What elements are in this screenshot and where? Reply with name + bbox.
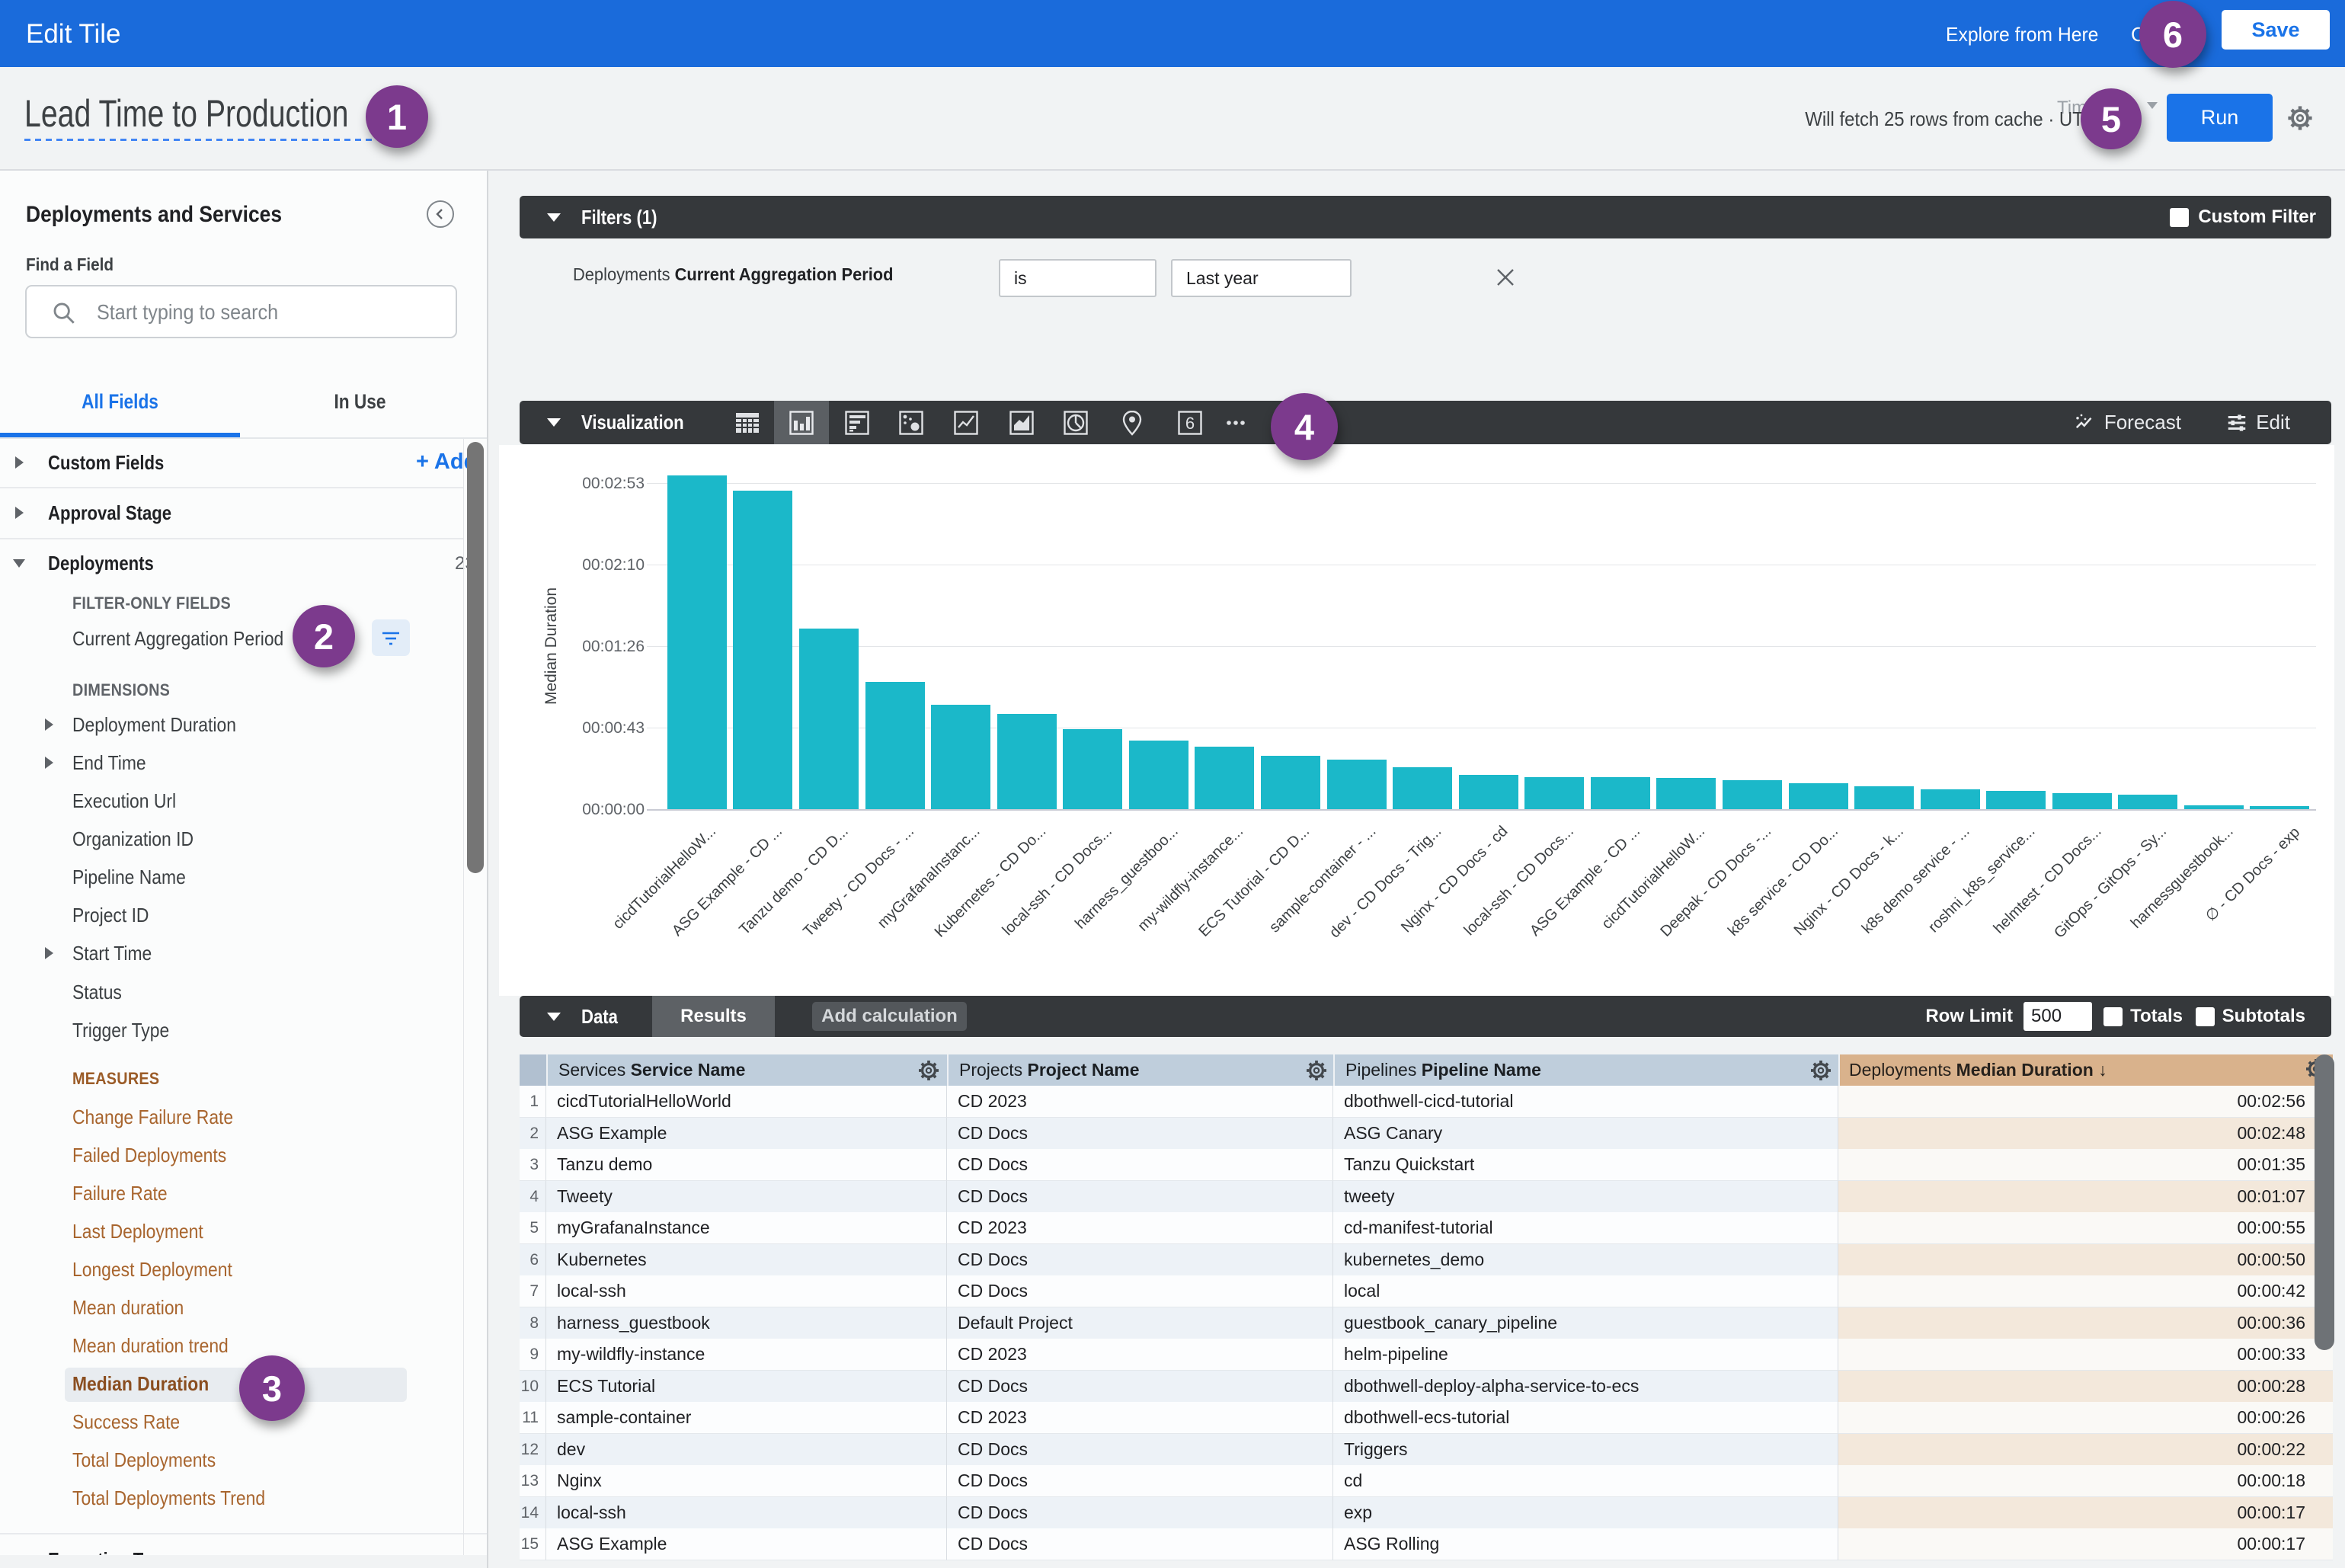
svg-text:6: 6	[1185, 414, 1195, 433]
